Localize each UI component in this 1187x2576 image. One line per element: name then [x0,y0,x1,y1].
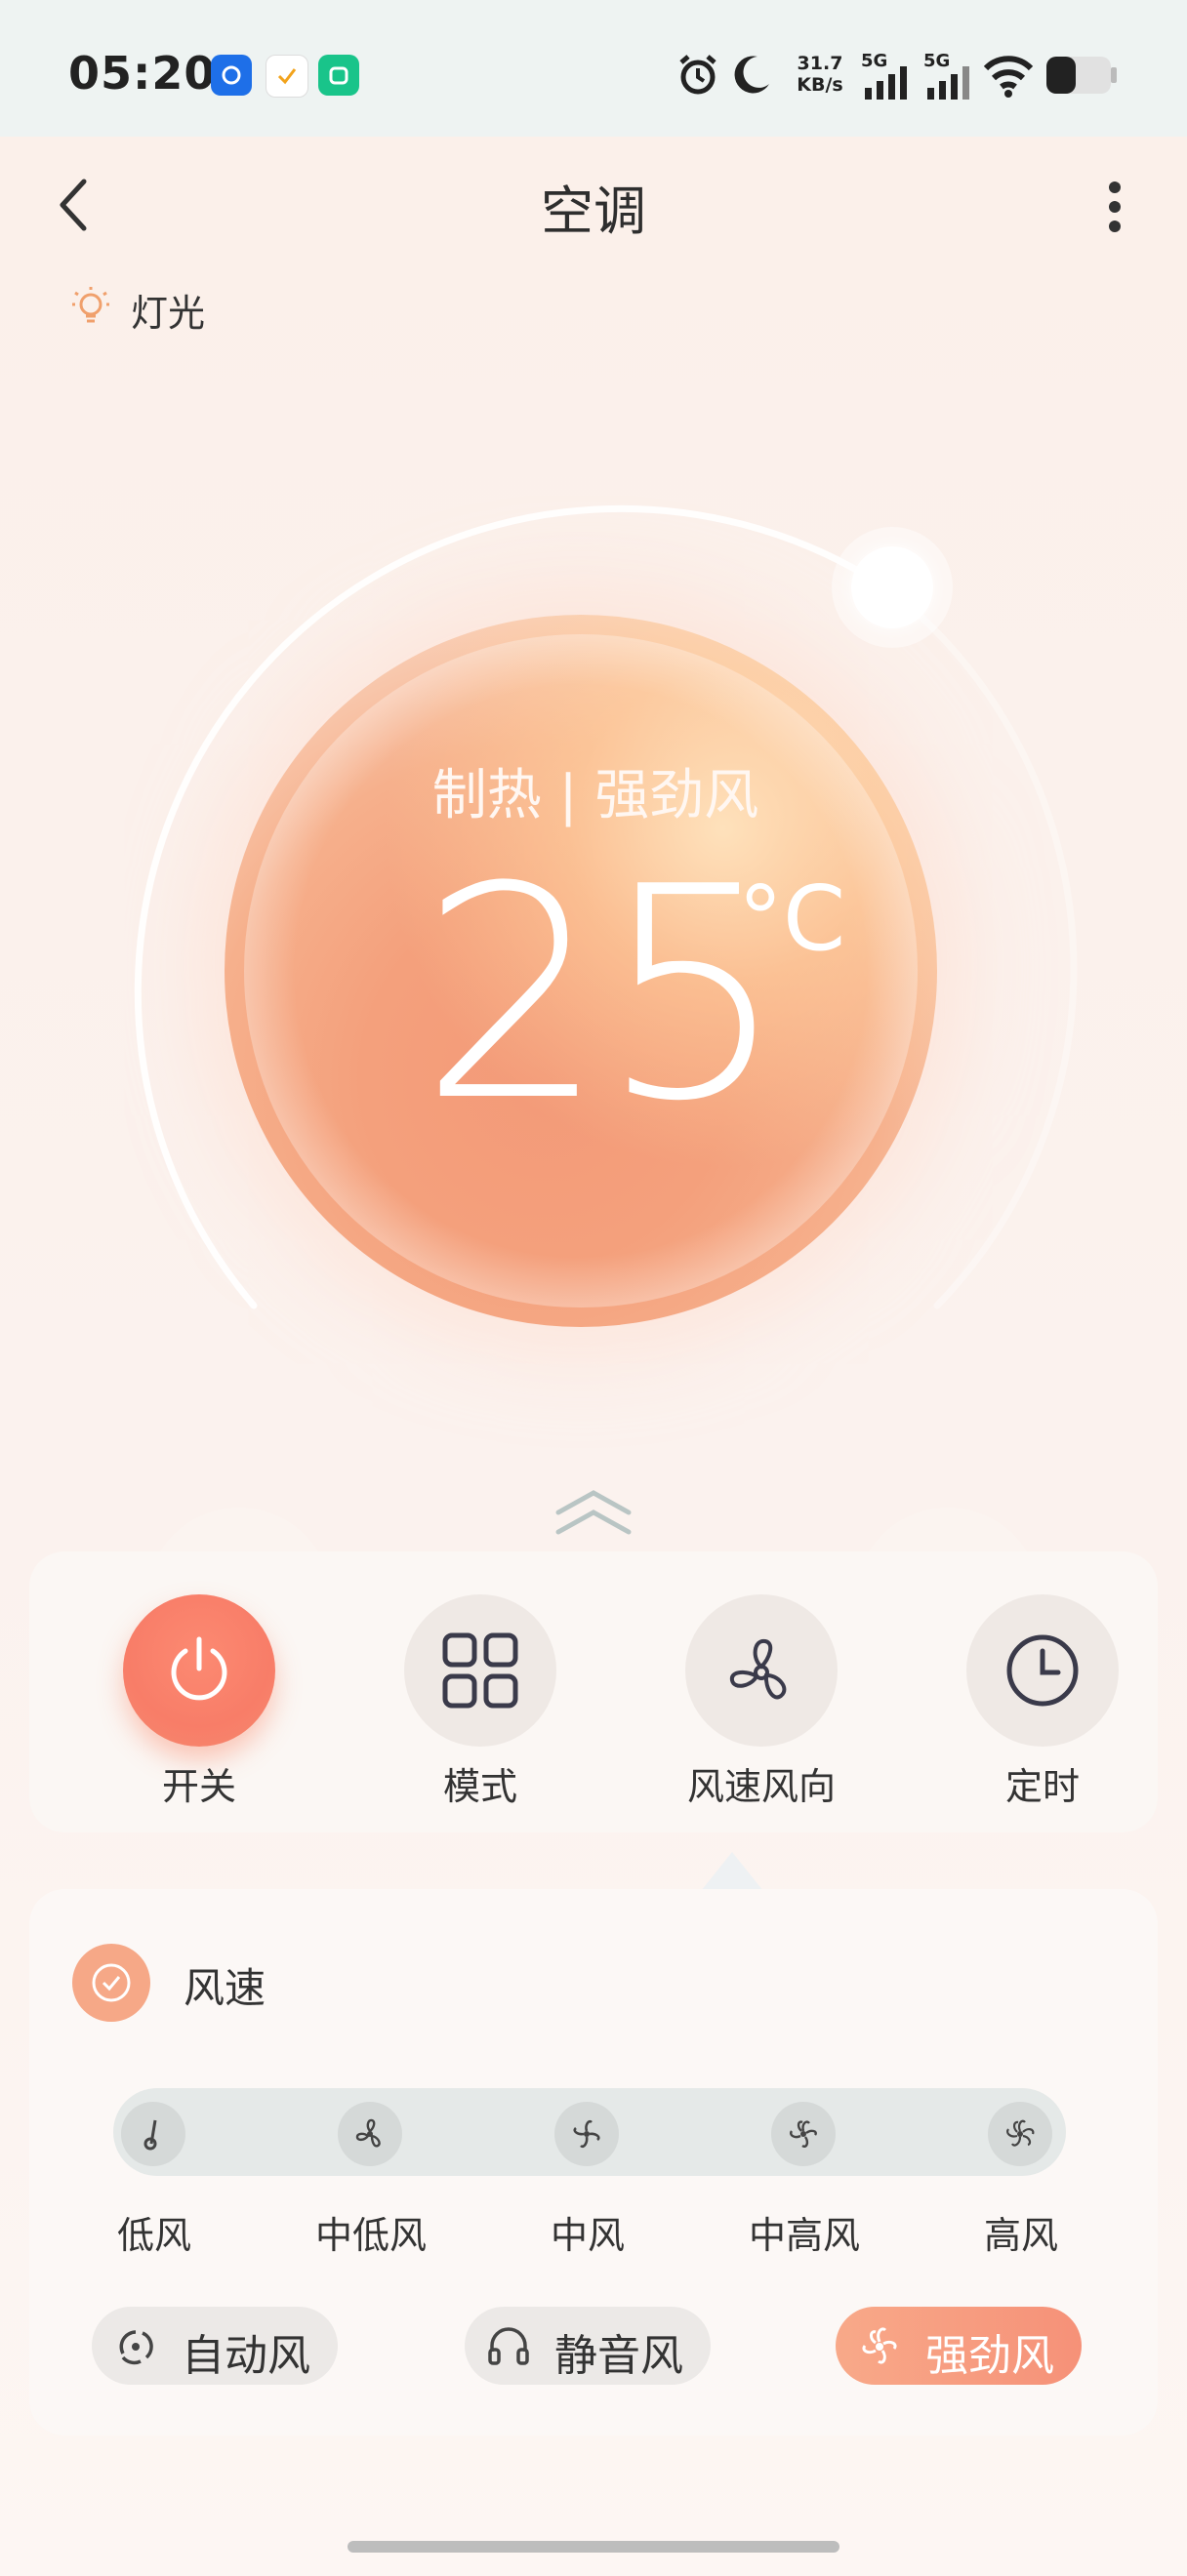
timer-control[interactable]: 定时 [945,1594,1140,1819]
net-speed-unit: KB/s [797,74,843,96]
power-label: 开关 [161,1765,236,1808]
mode-status-text: 制热 | 强劲风 [431,764,759,827]
light-label: 灯光 [131,292,206,335]
quiet-wind-label: 静音风 [554,2331,683,2381]
alarm-icon [679,55,716,95]
fan-icon [729,1638,787,1700]
control-card: 开关 模式 风速风向 定时 [29,1551,1158,1832]
more-options-button[interactable] [1101,176,1128,238]
fan-speed-check-icon [72,1944,150,2022]
fan-level-1-icon [143,2119,157,2151]
signal-bars-icon [927,66,969,100]
lightbulb-icon [72,287,109,323]
strong-wind-button[interactable]: 强劲风 [836,2307,1082,2385]
blue-app-icon [211,55,252,96]
temperature-value: 25 [420,825,787,1165]
dial-handle[interactable] [851,546,933,628]
strong-fan-icon [862,2327,897,2364]
signal-strength-1: 5G [861,51,910,100]
home-indicator[interactable] [348,2541,839,2553]
speed-mid-low-knob[interactable] [338,2102,402,2166]
fan-speed-panel: 风速 低风 中低风 中风 中高风 高风 自动风 静音风 强劲风 [29,1889,1158,2435]
signal-strength-2: 5G [923,51,972,100]
green-app-icon [318,55,359,96]
speed-mid-label[interactable]: 中风 [490,2205,685,2259]
status-time: 05:20 [68,47,217,100]
fan-button[interactable] [685,1594,838,1747]
auto-cycle-icon [119,2330,153,2365]
fan-level-5-icon [1006,2119,1035,2147]
speed-mid-high-label[interactable]: 中高风 [707,2205,902,2259]
power-button[interactable] [123,1594,275,1747]
fan-level-4-icon [790,2120,817,2148]
headphones-icon [488,2327,529,2365]
page-title: 空调 [541,181,646,242]
check-app-icon [266,55,308,98]
temperature-dial[interactable]: 制热 | 强劲风 25 °C [98,468,1093,1454]
timer-label: 定时 [1004,1765,1080,1808]
mode-control[interactable]: 模式 [383,1594,578,1819]
speed-low-label[interactable]: 低风 [57,2205,252,2259]
more-dot [1109,201,1121,213]
grid-icon [442,1632,518,1709]
fan-label: 风速风向 [686,1765,836,1808]
fan-speed-title: 风速 [184,1964,266,2012]
speed-high-knob[interactable] [988,2102,1052,2166]
signal-bars-icon [865,66,907,100]
wifi-icon [983,56,1034,98]
battery-icon [1046,57,1117,94]
more-dot [1109,221,1121,232]
clock-icon [1006,1634,1079,1707]
speed-mid-knob[interactable] [554,2102,619,2166]
net-speed: 31.7 KB/s [791,53,849,96]
panel-pointer [701,1852,763,1891]
quiet-wind-button[interactable]: 静音风 [465,2307,711,2385]
auto-wind-label: 自动风 [182,2331,310,2381]
auto-wind-button[interactable]: 自动风 [92,2307,338,2385]
fan-control[interactable]: 风速风向 [664,1594,859,1819]
power-control[interactable]: 开关 [102,1594,297,1819]
speed-mid-low-label[interactable]: 中低风 [273,2205,469,2259]
temperature-unit: °C [738,866,846,971]
fan-level-3-icon [573,2119,600,2149]
speed-high-label[interactable]: 高风 [923,2205,1119,2259]
power-icon [171,1636,227,1701]
timer-button[interactable] [966,1594,1119,1747]
status-bar: 05:20 31.7 KB/s 5G 5G [0,0,1187,137]
strong-wind-label: 强劲风 [925,2331,1054,2381]
mode-button[interactable] [404,1594,556,1747]
moon-icon [734,56,769,94]
more-dot [1109,181,1121,193]
expand-up-icon[interactable] [553,1483,634,1542]
fan-level-2-icon [355,2118,381,2148]
mode-label: 模式 [442,1765,517,1808]
speed-low-knob[interactable] [121,2102,185,2166]
net-speed-value: 31.7 [797,53,843,74]
speed-mid-high-knob[interactable] [771,2102,836,2166]
